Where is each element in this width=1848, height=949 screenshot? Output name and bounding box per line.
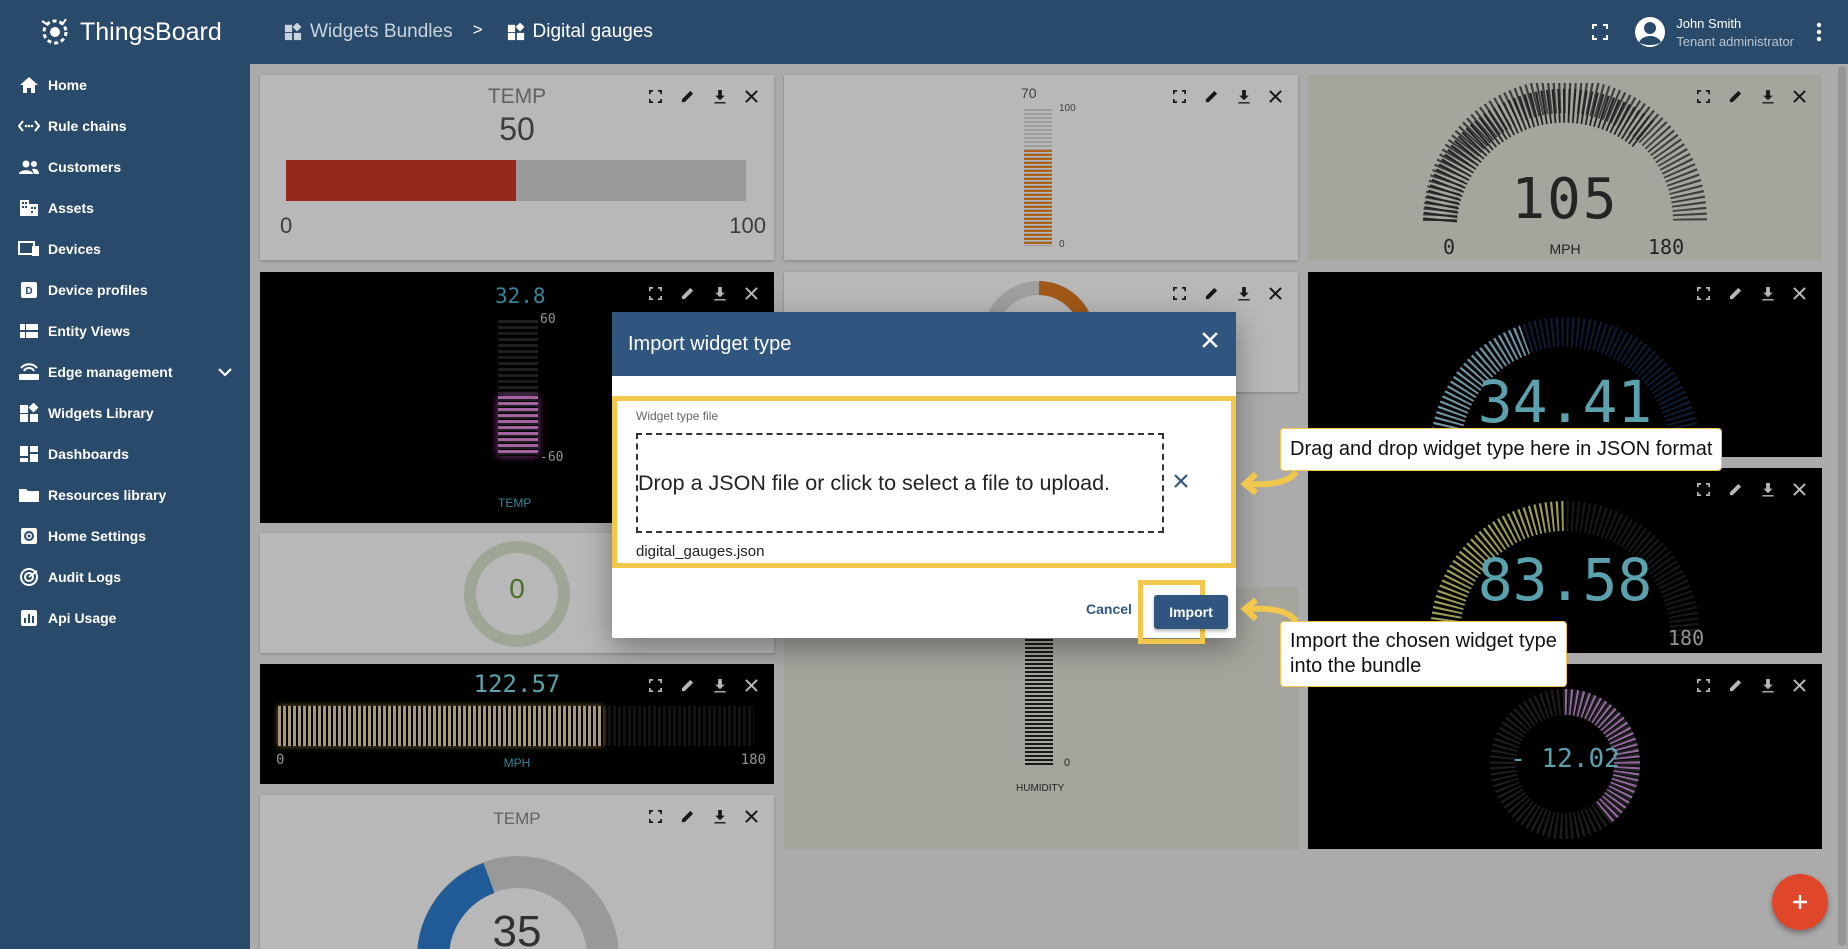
chevron-down-icon[interactable] bbox=[218, 364, 232, 380]
import-button[interactable]: Import bbox=[1154, 595, 1228, 629]
sidebar-item-label: Device profiles bbox=[48, 281, 148, 298]
import-widget-dialog: Import widget type Widget type file Drop… bbox=[612, 312, 1236, 644]
home-icon bbox=[18, 75, 40, 95]
device-profiles-icon: D bbox=[18, 280, 40, 300]
sidebar-item-label: Home bbox=[48, 76, 87, 93]
fullscreen-icon[interactable] bbox=[1592, 24, 1609, 40]
entity-views-icon bbox=[18, 321, 40, 341]
callout-import-line1: Import the chosen widget type bbox=[1290, 630, 1557, 652]
dashboards-icon bbox=[18, 444, 40, 464]
sidebar-item-label: Devices bbox=[48, 240, 101, 257]
sidebar-item-dashboards[interactable]: Dashboards bbox=[0, 433, 250, 474]
settings-icon bbox=[18, 526, 40, 546]
sidebar-item-label: Entity Views bbox=[48, 322, 131, 339]
breadcrumb-separator: > bbox=[472, 20, 483, 39]
widgets-library-icon bbox=[18, 402, 40, 423]
sidebar-item-devices[interactable]: Devices bbox=[0, 228, 250, 269]
svg-text:D: D bbox=[25, 286, 32, 297]
field-label: Widget type file bbox=[636, 409, 719, 423]
selected-file-name: digital_gauges.json bbox=[636, 543, 765, 560]
sidebar: ThingsBoard Home Rule chains Customers A… bbox=[0, 0, 250, 949]
audit-logs-icon bbox=[18, 567, 40, 587]
widgets-bundle-icon bbox=[284, 23, 302, 41]
avatar[interactable] bbox=[1634, 16, 1666, 48]
sidebar-item-entity-views[interactable]: Entity Views bbox=[0, 310, 250, 351]
sidebar-item-resources-library[interactable]: Resources library bbox=[0, 474, 250, 515]
sidebar-item-label: Home Settings bbox=[48, 527, 147, 544]
widgets-bundle-icon bbox=[507, 23, 525, 41]
top-bar-actions: John Smith Tenant administrator bbox=[1592, 0, 1848, 64]
clear-file-icon[interactable] bbox=[1174, 474, 1188, 493]
sidebar-item-audit-logs[interactable]: Audit Logs bbox=[0, 556, 250, 597]
sidebar-item-label: Api Usage bbox=[48, 609, 117, 626]
sidebar-item-label: Audit Logs bbox=[48, 568, 122, 585]
app-name: ThingsBoard bbox=[80, 17, 222, 46]
edge-icon bbox=[18, 362, 40, 382]
app-root: ThingsBoard Home Rule chains Customers A… bbox=[0, 0, 1848, 949]
cancel-button[interactable]: Cancel bbox=[1086, 601, 1132, 617]
devices-icon bbox=[18, 239, 40, 259]
sidebar-item-label: Widgets Library bbox=[48, 404, 154, 421]
assets-icon bbox=[18, 198, 40, 218]
user-name: John Smith bbox=[1676, 15, 1742, 31]
sidebar-item-rule-chains[interactable]: Rule chains bbox=[0, 105, 250, 146]
sidebar-item-device-profiles[interactable]: D Device profiles bbox=[0, 269, 250, 310]
sidebar-item-edge-management[interactable]: Edge management bbox=[0, 351, 250, 392]
callout-import-line2: into the bundle bbox=[1290, 655, 1422, 677]
app-logo[interactable]: ThingsBoard bbox=[0, 0, 250, 64]
callout-drag-hint: Drag and drop widget type here in JSON f… bbox=[1280, 428, 1723, 471]
breadcrumb-current-label: Digital gauges bbox=[532, 21, 653, 42]
close-icon[interactable] bbox=[1202, 332, 1218, 353]
rule-chains-icon bbox=[18, 116, 40, 136]
user-info[interactable]: John Smith Tenant administrator bbox=[1676, 16, 1794, 49]
top-bar: Widgets Bundles > Digital gauges John Sm… bbox=[250, 0, 1848, 64]
sidebar-nav: Home Rule chains Customers Assets Device… bbox=[0, 64, 250, 638]
customers-icon bbox=[18, 157, 40, 177]
sidebar-item-home[interactable]: Home bbox=[0, 64, 250, 105]
dialog-header: Import widget type bbox=[612, 312, 1236, 376]
dialog-title: Import widget type bbox=[628, 332, 792, 355]
plus-icon bbox=[1793, 895, 1807, 909]
folder-icon bbox=[18, 485, 40, 505]
sidebar-item-label: Assets bbox=[48, 199, 94, 216]
sidebar-item-label: Edge management bbox=[48, 363, 173, 380]
sidebar-item-assets[interactable]: Assets bbox=[0, 187, 250, 228]
sidebar-item-widgets-library[interactable]: Widgets Library bbox=[0, 392, 250, 433]
add-widget-button[interactable] bbox=[1772, 874, 1828, 930]
user-role: Tenant administrator bbox=[1676, 33, 1794, 49]
sidebar-item-customers[interactable]: Customers bbox=[0, 146, 250, 187]
breadcrumb-parent-label: Widgets Bundles bbox=[310, 21, 453, 42]
sidebar-item-api-usage[interactable]: Api Usage bbox=[0, 597, 250, 638]
breadcrumb-current: Digital gauges bbox=[507, 21, 653, 43]
file-dropzone[interactable]: Drop a JSON file or click to select a fi… bbox=[636, 433, 1164, 533]
thingsboard-logo-icon bbox=[41, 18, 68, 45]
sidebar-item-home-settings[interactable]: Home Settings bbox=[0, 515, 250, 556]
sidebar-item-label: Rule chains bbox=[48, 117, 127, 134]
sidebar-item-label: Customers bbox=[48, 158, 122, 175]
callout-import-hint: Import the chosen widget type into the b… bbox=[1280, 621, 1567, 687]
sidebar-item-label: Resources library bbox=[48, 486, 167, 503]
breadcrumb-parent[interactable]: Widgets Bundles bbox=[284, 21, 453, 43]
more-vert-icon[interactable] bbox=[1816, 22, 1822, 42]
sidebar-item-label: Dashboards bbox=[48, 445, 129, 462]
api-usage-icon bbox=[18, 608, 40, 628]
